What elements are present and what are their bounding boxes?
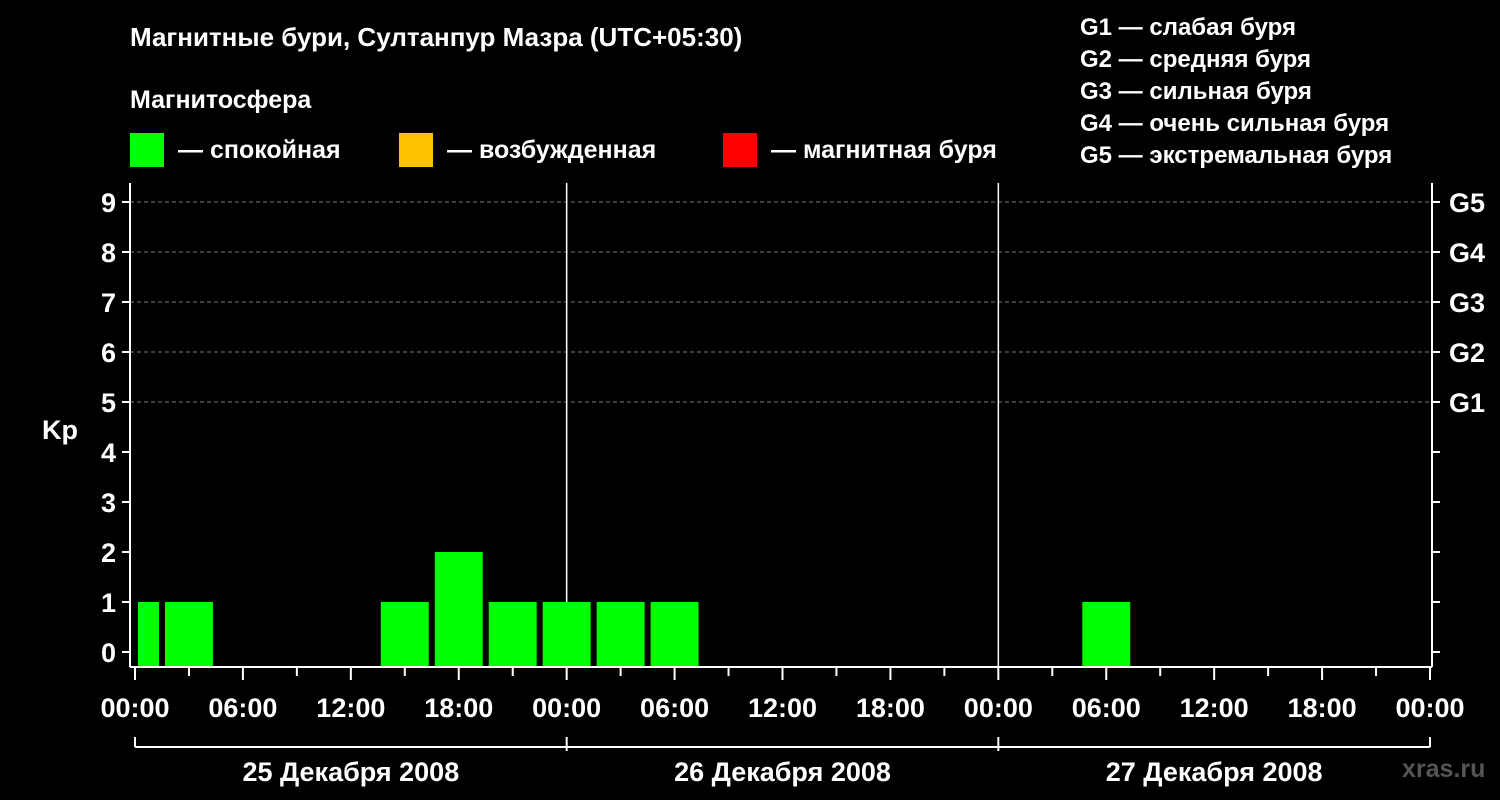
g-level-label-g5: G5 xyxy=(1449,188,1485,218)
g-level-label-g2: G2 xyxy=(1449,338,1485,368)
kp-bar xyxy=(138,602,159,667)
grid-layer xyxy=(130,183,1430,667)
kp-bar xyxy=(1082,602,1131,667)
y-tick-label: 5 xyxy=(101,388,116,418)
y-tick-label: 0 xyxy=(101,638,116,668)
day-label: 26 Декабря 2008 xyxy=(674,757,891,787)
kp-bar xyxy=(164,602,213,667)
x-tick-label: 18:00 xyxy=(1288,693,1357,723)
kp-bar xyxy=(380,602,429,667)
kp-chart: 0 1 2 3 4 5 6 7 8 9 Kp G1 G2 G3 G4 G5 00:00 06:00 12:00 18:… xyxy=(42,183,1485,787)
x-tick-label: 18:00 xyxy=(856,693,925,723)
kp-bar xyxy=(596,602,645,667)
x-tick-label: 12:00 xyxy=(1180,693,1249,723)
day-label: 25 Декабря 2008 xyxy=(242,757,459,787)
y-tick-label: 8 xyxy=(101,238,116,268)
y-tick-label: 4 xyxy=(101,438,116,468)
x-tick-label: 00:00 xyxy=(532,693,601,723)
y-tick-label: 7 xyxy=(101,288,116,318)
kp-bar xyxy=(650,602,699,667)
kp-bar xyxy=(488,602,537,667)
y-tick-label: 9 xyxy=(101,188,116,218)
axes-layer xyxy=(122,183,1440,751)
watermark: xras.ru xyxy=(1402,755,1486,783)
y-tick-label: 1 xyxy=(101,588,116,618)
kp-bar xyxy=(542,602,591,667)
bars-layer xyxy=(138,552,1131,667)
x-tick-label: 06:00 xyxy=(640,693,709,723)
x-tick-label: 12:00 xyxy=(748,693,817,723)
y-tick-label: 6 xyxy=(101,338,116,368)
labels-layer: 0 1 2 3 4 5 6 7 8 9 Kp G1 G2 G3 G4 G5 00:00 06:00 12:00 18:… xyxy=(42,188,1485,787)
x-tick-label: 00:00 xyxy=(100,693,169,723)
x-tick-label: 18:00 xyxy=(424,693,493,723)
g-level-label-g3: G3 xyxy=(1449,288,1485,318)
g-level-label-g1: G1 xyxy=(1449,388,1485,418)
y-axis-title: Kp xyxy=(42,415,78,445)
x-tick-label: 00:00 xyxy=(964,693,1033,723)
x-tick-label: 12:00 xyxy=(316,693,385,723)
y-tick-label: 3 xyxy=(101,488,116,518)
x-tick-label: 06:00 xyxy=(1072,693,1141,723)
g-level-label-g4: G4 xyxy=(1449,238,1485,268)
y-tick-label: 2 xyxy=(101,538,116,568)
day-label: 27 Декабря 2008 xyxy=(1106,757,1323,787)
kp-bar xyxy=(434,552,483,667)
x-tick-label: 06:00 xyxy=(208,693,277,723)
x-tick-label: 00:00 xyxy=(1395,693,1464,723)
